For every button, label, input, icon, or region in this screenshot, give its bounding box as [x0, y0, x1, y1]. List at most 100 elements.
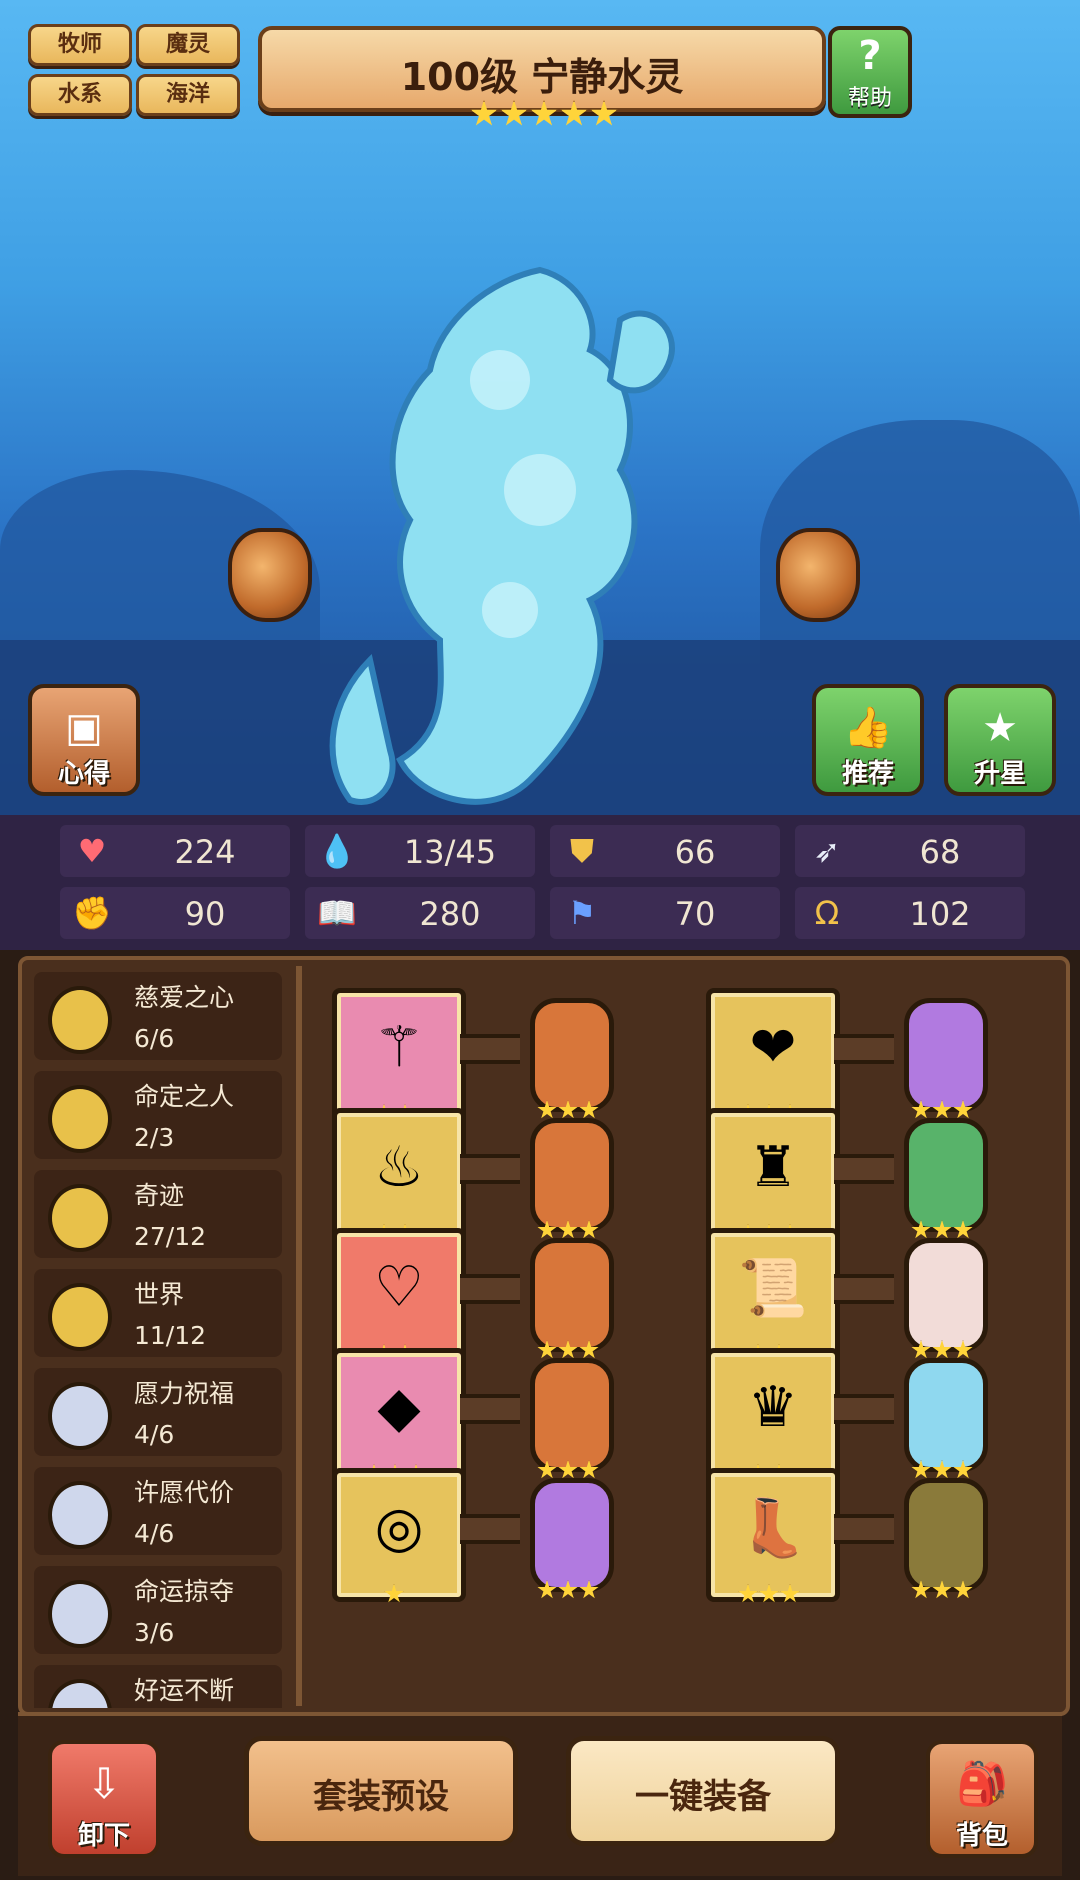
set-count: 4/6: [134, 1519, 175, 1548]
rune-slot[interactable]: [530, 998, 614, 1112]
set-item[interactable]: 好运不断: [34, 1665, 282, 1708]
star-icon: [953, 1340, 973, 1359]
rune-star-rating: [911, 1340, 973, 1360]
bag-button[interactable]: 🎒 背包: [926, 1740, 1038, 1858]
shield-icon: ⛊: [569, 832, 594, 870]
rune-star-rating: [537, 1580, 599, 1600]
rune-slot[interactable]: [904, 998, 988, 1112]
equipment-slot[interactable]: ◆: [332, 1348, 466, 1482]
book-icon: 📖: [317, 894, 357, 932]
equipment-slot[interactable]: ♡: [332, 1228, 466, 1362]
wand-icon: ⚚: [373, 1015, 425, 1080]
equipment-slot[interactable]: ❤: [706, 988, 840, 1122]
help-button[interactable]: ? 帮助: [828, 26, 912, 118]
star-icon: [537, 1220, 557, 1239]
rune-star-rating: [911, 1580, 973, 1600]
stat-value: 70: [674, 895, 716, 933]
set-count: 27/12: [134, 1222, 207, 1251]
auto-equip-button[interactable]: 一键装备: [566, 1736, 840, 1846]
rune-star-rating: [911, 1220, 973, 1240]
insight-button[interactable]: ▣ 心得: [28, 684, 140, 796]
star-up-button[interactable]: ★ 升星: [944, 684, 1056, 796]
star-icon: [780, 1584, 800, 1603]
star-icon: [579, 1340, 599, 1359]
rune-slot[interactable]: [530, 1358, 614, 1472]
set-item[interactable]: 许愿代价 4/6: [34, 1467, 282, 1555]
stat-value: 66: [674, 833, 716, 871]
heart-icon: ♥: [77, 832, 107, 870]
slot-connector: [460, 1154, 520, 1184]
stat-speed: ➶ 68: [795, 825, 1025, 877]
equipment-slot[interactable]: ♛: [706, 1348, 840, 1482]
set-item[interactable]: 慈爱之心 6/6: [34, 972, 282, 1060]
set-count: 6/6: [134, 1024, 175, 1053]
set-preset-label: 套装预设: [313, 1777, 449, 1817]
rune-slot[interactable]: [530, 1478, 614, 1592]
star-icon: [953, 1580, 973, 1599]
rune-slot[interactable]: [904, 1478, 988, 1592]
rune-star-rating: [911, 1460, 973, 1480]
set-item[interactable]: 世界 11/12: [34, 1269, 282, 1357]
set-bonus-list[interactable]: 慈爱之心 6/6 命定之人 2/3 奇迹 27/12 世界 11/12 愿力祝福…: [26, 966, 290, 1708]
equipment-slot[interactable]: ♨: [332, 1108, 466, 1242]
stat-value: 102: [909, 895, 971, 933]
rune-slot[interactable]: [904, 1118, 988, 1232]
auto-equip-label: 一键装备: [635, 1777, 771, 1817]
rune-slot[interactable]: [530, 1238, 614, 1352]
tag-ocean: 海洋: [136, 74, 240, 116]
gold-medal-icon: [48, 1283, 112, 1351]
equipment-slot[interactable]: 👢: [706, 1468, 840, 1602]
slot-connector: [834, 1034, 894, 1064]
star-icon: [384, 1584, 404, 1603]
star-icon: [537, 1460, 557, 1479]
rune-slot[interactable]: [904, 1358, 988, 1472]
rune-star-rating: [911, 1100, 973, 1120]
slot-connector: [834, 1394, 894, 1424]
slot-connector: [460, 1394, 520, 1424]
star-icon: [932, 1580, 952, 1599]
set-item[interactable]: 愿力祝福 4/6: [34, 1368, 282, 1456]
set-item[interactable]: 奇迹 27/12: [34, 1170, 282, 1258]
set-name: 好运不断: [134, 1676, 235, 1705]
star-icon: [558, 1460, 578, 1479]
equipment-slot[interactable]: ◎: [332, 1468, 466, 1602]
water-spirit-character[interactable]: [290, 260, 740, 820]
star-icon: [932, 1340, 952, 1359]
unequip-button[interactable]: ⇩ 卸下: [48, 1740, 160, 1858]
set-count: 2/3: [134, 1123, 175, 1152]
set-preset-button[interactable]: 套装预设: [244, 1736, 518, 1846]
star-icon: [932, 1220, 952, 1239]
star-icon: [932, 1460, 952, 1479]
silver-medal-icon: [48, 1382, 112, 1450]
helmet-icon: ▣: [65, 705, 103, 751]
unequip-label: 卸下: [77, 1821, 130, 1851]
rune-slot[interactable]: [904, 1238, 988, 1352]
slot-connector: [834, 1514, 894, 1544]
stat-value: 90: [184, 895, 226, 933]
gold-medal-icon: [48, 986, 112, 1054]
set-item[interactable]: 命定之人 2/3: [34, 1071, 282, 1159]
rune-slot[interactable]: [530, 1118, 614, 1232]
recommend-button[interactable]: 👍 推荐: [812, 684, 924, 796]
equipment-slot[interactable]: ♜: [706, 1108, 840, 1242]
wing-icon: ➶: [813, 832, 841, 870]
equipment-slot[interactable]: 📜: [706, 1228, 840, 1362]
slot-connector: [460, 1274, 520, 1304]
insight-label: 心得: [57, 759, 110, 789]
star-icon: [738, 1584, 758, 1603]
equipment-slot[interactable]: ⚚: [332, 988, 466, 1122]
stat-value: 13/45: [403, 833, 497, 871]
star-icon: [953, 1460, 973, 1479]
golden-armor-icon: ♜: [747, 1135, 799, 1200]
set-name: 慈爱之心: [134, 983, 235, 1012]
recommend-label: 推荐: [841, 759, 894, 789]
set-name: 愿力祝福: [134, 1379, 235, 1408]
slot-connector: [460, 1514, 520, 1544]
star-icon: [911, 1220, 931, 1239]
banner-icon: ⚑: [567, 894, 597, 932]
rune-coin-right: [776, 528, 860, 622]
help-label: 帮助: [847, 86, 892, 111]
silver-medal-icon: [48, 1481, 112, 1549]
set-item[interactable]: 命运掠夺 3/6: [34, 1566, 282, 1654]
stat-mana: 💧 13/45: [305, 825, 535, 877]
